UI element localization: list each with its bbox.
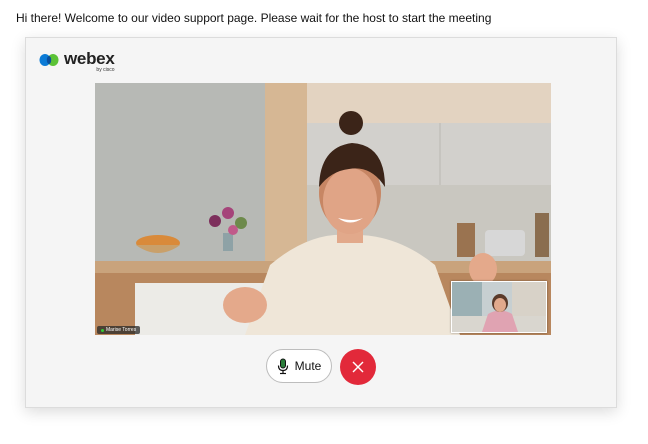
welcome-message: Hi there! Welcome to our video support p… (16, 11, 492, 25)
meeting-panel: webex by cisco Marise Torres Mute (25, 37, 617, 408)
participant-name: Marise Torres (106, 327, 137, 333)
self-view-scene (452, 282, 546, 332)
mute-label: Mute (294, 359, 322, 373)
call-controls: Mute (26, 349, 616, 385)
participant-name-tag: Marise Torres (97, 326, 141, 334)
webex-mark-icon (39, 54, 59, 66)
brand-name: webex (64, 49, 115, 68)
microphone-icon (277, 358, 288, 374)
close-icon (352, 361, 364, 373)
mic-status-icon (101, 328, 104, 332)
end-call-button[interactable] (340, 349, 377, 385)
webex-logo: webex by cisco (39, 49, 115, 73)
main-video: Marise Torres (95, 83, 551, 335)
mute-button[interactable]: Mute (265, 349, 333, 383)
self-view-thumbnail[interactable] (451, 281, 547, 333)
brand-byline: by cisco (96, 67, 115, 73)
